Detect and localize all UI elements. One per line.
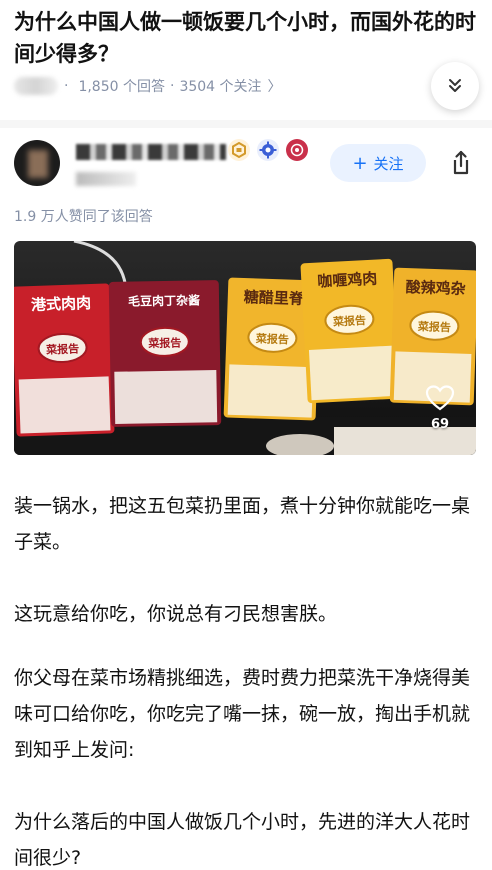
package-name: 港式肉肉 [31,294,92,314]
package-brand: 菜报告 [332,313,367,329]
chevron-right-icon: 〉 [267,79,282,95]
answer-paragraph: 装一锅水，把这五包菜扔里面，煮十分钟你就能吃一桌子菜。 [14,495,471,553]
food-package: 咖喱鸡肉菜报告 [300,258,400,404]
package-brand: 菜报告 [417,319,451,334]
food-package: 毛豆肉丁杂酱菜报告 [108,280,222,427]
double-chevron-down-icon [449,79,461,92]
heart-icon [425,385,455,411]
answer-paragraph: 你父母在菜市场精挑细选，费时费力把菜洗干净烧得美味可口给你吃，你吃完了嘴一抹，碗… [14,667,471,761]
answer-paragraph: 这玩意给你吃，你说总有刁民想害朕。 [14,603,338,625]
answer-photo[interactable]: 港式肉肉 菜报告 毛豆肉丁杂酱 菜报告 糖醋里脊 菜报告 咖喱鸡肉 菜报告 酸辣鸡杂 菜报告 [14,241,476,455]
package-name: 糖醋里脊 [243,288,305,308]
photo-like-button[interactable]: 69 [420,385,460,437]
package-name: 咖喱鸡肉 [317,270,378,291]
share-icon [453,150,469,175]
gear-badge-icon [257,139,279,161]
asker-avatars-blurred [14,77,58,95]
answer-count: 1,850 个回答 [78,79,165,95]
package-name: 毛豆肉丁杂酱 [128,292,200,308]
question-meta[interactable]: · 1,850 个回答 · 3504 个关注 〉 [14,74,282,98]
level-badge-icon [228,139,250,161]
package-brand: 菜报告 [45,341,79,356]
package-brand: 菜报告 [147,336,181,351]
author-name-blurred[interactable] [76,144,226,160]
meta-separator-2: · [169,78,175,94]
brand-badge-icon [286,139,308,161]
share-button[interactable] [446,148,476,178]
collapse-button[interactable] [431,62,479,110]
photo-like-count: 69 [430,417,450,432]
author-badges [228,139,308,161]
meta-separator: · [64,78,69,94]
answer-paragraph: 为什么落后的中国人做饭几个小时，先进的洋大人花时间很少? [14,811,471,869]
follow-label: 关注 [373,154,404,173]
package-name: 酸辣鸡杂 [405,278,466,298]
package-brand: 菜报告 [255,331,289,346]
author-avatar[interactable] [14,140,60,186]
follower-count: 3504 个关注 [179,79,262,95]
food-package: 港式肉肉菜报告 [14,283,115,437]
plus-icon: + [352,152,368,174]
upvote-count: 1.9 万人赞同了该回答 [14,209,153,225]
question-title[interactable]: 为什么中国人做一顿饭要几个小时，而国外花的时间少得多？ [14,6,478,70]
section-divider [0,120,492,128]
author-headline-blurred [76,172,136,186]
follow-button[interactable]: + 关注 [330,144,426,182]
